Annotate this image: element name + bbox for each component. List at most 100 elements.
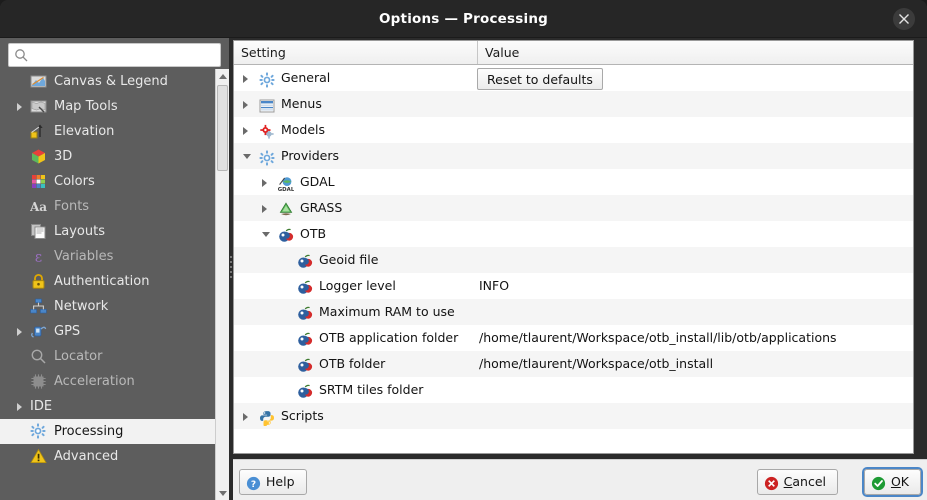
sidebar-item-label: Fonts — [54, 199, 90, 214]
chevron-right-icon[interactable] — [243, 413, 248, 421]
tree-row[interactable]: Menus — [234, 91, 913, 117]
chevron-right-icon[interactable] — [17, 103, 22, 111]
chevron-right-icon[interactable] — [243, 101, 248, 109]
sidebar-item-label: Network — [54, 299, 109, 314]
tree-row-label: General — [281, 70, 331, 85]
locator-icon — [30, 348, 47, 365]
tree-row-label: SRTM tiles folder — [319, 382, 424, 397]
variables-icon: ε — [30, 248, 47, 266]
otb-icon — [297, 304, 313, 320]
elevation-icon — [30, 123, 47, 140]
tree-row[interactable]: OTB — [234, 221, 913, 247]
sidebar-item-locator[interactable]: Locator — [0, 344, 215, 369]
sidebar-item-map-tools[interactable]: Map Tools — [0, 94, 215, 119]
sidebar-item-3d[interactable]: 3D — [0, 144, 215, 169]
help-icon: ? — [246, 475, 261, 499]
sidebar-item-list: Canvas & Legend Map Tools Elevation 3D Color… — [0, 69, 215, 500]
tree-row[interactable]: Geoid file — [234, 247, 913, 273]
cancel-button-label: Cancel — [784, 474, 826, 489]
sidebar-item-label: Canvas & Legend — [54, 74, 168, 89]
dialog-body: Canvas & Legend Map Tools Elevation 3D Color… — [0, 38, 927, 500]
svg-text:ε: ε — [35, 250, 42, 266]
tree-row[interactable]: Scripts — [234, 403, 913, 429]
reset-to-defaults-button[interactable]: Reset to defaults — [477, 68, 603, 90]
chevron-right-icon[interactable] — [17, 403, 22, 411]
tree-row-label: Geoid file — [319, 252, 379, 267]
tree-row-value[interactable]: /home/tlaurent/Workspace/otb_install — [479, 351, 713, 377]
cancel-button[interactable]: Cancel — [756, 469, 838, 495]
chevron-right-icon[interactable] — [243, 75, 248, 83]
sidebar-item-elevation[interactable]: Elevation — [0, 119, 215, 144]
ok-button[interactable]: OK — [863, 469, 921, 495]
ok-icon — [871, 475, 886, 499]
sidebar-item-acceleration[interactable]: Acceleration — [0, 369, 215, 394]
svg-text:Aa: Aa — [30, 200, 47, 214]
chevron-right-icon[interactable] — [262, 205, 267, 213]
sidebar-item-fonts[interactable]: Aa Fonts — [0, 194, 215, 219]
tree-row[interactable]: GDAL GDAL — [234, 169, 913, 195]
svg-text:GDAL: GDAL — [278, 187, 294, 192]
sidebar-item-processing[interactable]: Processing — [0, 419, 215, 444]
processing-settings-pane: Setting Value General Menus Models Provider… — [233, 38, 927, 500]
ok-button-label: OK — [891, 474, 909, 489]
chevron-down-icon[interactable] — [243, 154, 251, 159]
gear-blue-icon — [259, 70, 275, 88]
sidebar-item-ide[interactable]: IDE — [0, 394, 215, 419]
tree-row[interactable]: SRTM tiles folder — [234, 377, 913, 403]
sidebar-item-authentication[interactable]: Authentication — [0, 269, 215, 294]
column-header-value[interactable]: Value — [477, 41, 913, 64]
scroll-down-icon[interactable] — [216, 486, 229, 500]
sidebar-item-label: Locator — [54, 349, 103, 364]
warning-icon — [30, 448, 47, 465]
tree-row-value[interactable]: INFO — [479, 273, 509, 299]
sidebar-item-canvas-legend[interactable]: Canvas & Legend — [0, 69, 215, 94]
cancel-rest: ancel — [792, 474, 826, 489]
tree-row-list: General Menus Models Providers GDAL GDAL GRASS… — [234, 65, 913, 453]
sidebar-item-colors[interactable]: Colors — [0, 169, 215, 194]
sidebar-item-label: Authentication — [54, 274, 150, 289]
ok-accel-char: O — [890, 474, 901, 489]
sidebar-item-label: GPS — [54, 324, 81, 339]
tree-row-value[interactable]: /home/tlaurent/Workspace/otb_install/lib… — [479, 325, 837, 351]
sidebar-scrollbar[interactable] — [215, 69, 229, 500]
options-dialog: Options — Processing Canvas & Legend Map… — [0, 0, 927, 500]
tree-row[interactable]: OTB folder/home/tlaurent/Workspace/otb_i… — [234, 351, 913, 377]
window-title: Options — Processing — [379, 11, 548, 27]
tree-row[interactable]: Models — [234, 117, 913, 143]
scrollbar-thumb[interactable] — [217, 85, 228, 171]
scroll-up-icon[interactable] — [216, 69, 229, 83]
sidebar-item-advanced[interactable]: Advanced — [0, 444, 215, 469]
tree-row-label: Logger level — [319, 278, 396, 293]
sidebar-item-gps[interactable]: GPS — [0, 319, 215, 344]
gear-red-icon — [259, 122, 275, 139]
tree-row-label: GDAL — [300, 174, 335, 189]
sidebar-item-label: Advanced — [54, 449, 119, 464]
tree-row[interactable]: Logger level INFO — [234, 273, 913, 299]
python-icon — [259, 408, 275, 427]
chevron-right-icon[interactable] — [243, 127, 248, 135]
grass-icon — [278, 200, 294, 216]
help-button[interactable]: ? Help — [239, 469, 307, 495]
sidebar-item-label: Layouts — [54, 224, 105, 239]
sidebar-item-variables[interactable]: ε Variables — [0, 244, 215, 269]
gear-blue-icon — [259, 148, 275, 166]
tree-row[interactable]: OTB application folder/home/tlaurent/Wor… — [234, 325, 913, 351]
acceleration-icon — [30, 373, 47, 390]
title-bar: Options — Processing — [0, 0, 927, 38]
sidebar-item-layouts[interactable]: Layouts — [0, 219, 215, 244]
ok-rest: K — [900, 474, 909, 489]
cube-3d-icon — [30, 148, 47, 165]
column-header-setting[interactable]: Setting — [234, 41, 477, 64]
chevron-right-icon[interactable] — [17, 328, 22, 336]
chevron-right-icon[interactable] — [262, 179, 267, 187]
lock-icon — [30, 273, 47, 290]
search-input[interactable] — [35, 44, 219, 66]
tree-row[interactable]: Providers — [234, 143, 913, 169]
tree-row[interactable]: Maximum RAM to use — [234, 299, 913, 325]
sidebar-item-network[interactable]: Network — [0, 294, 215, 319]
tree-row[interactable]: GRASS — [234, 195, 913, 221]
close-window-button[interactable] — [893, 8, 915, 30]
chevron-down-icon[interactable] — [262, 232, 270, 237]
search-box[interactable] — [8, 43, 221, 67]
tree-row-label: Models — [281, 122, 326, 137]
